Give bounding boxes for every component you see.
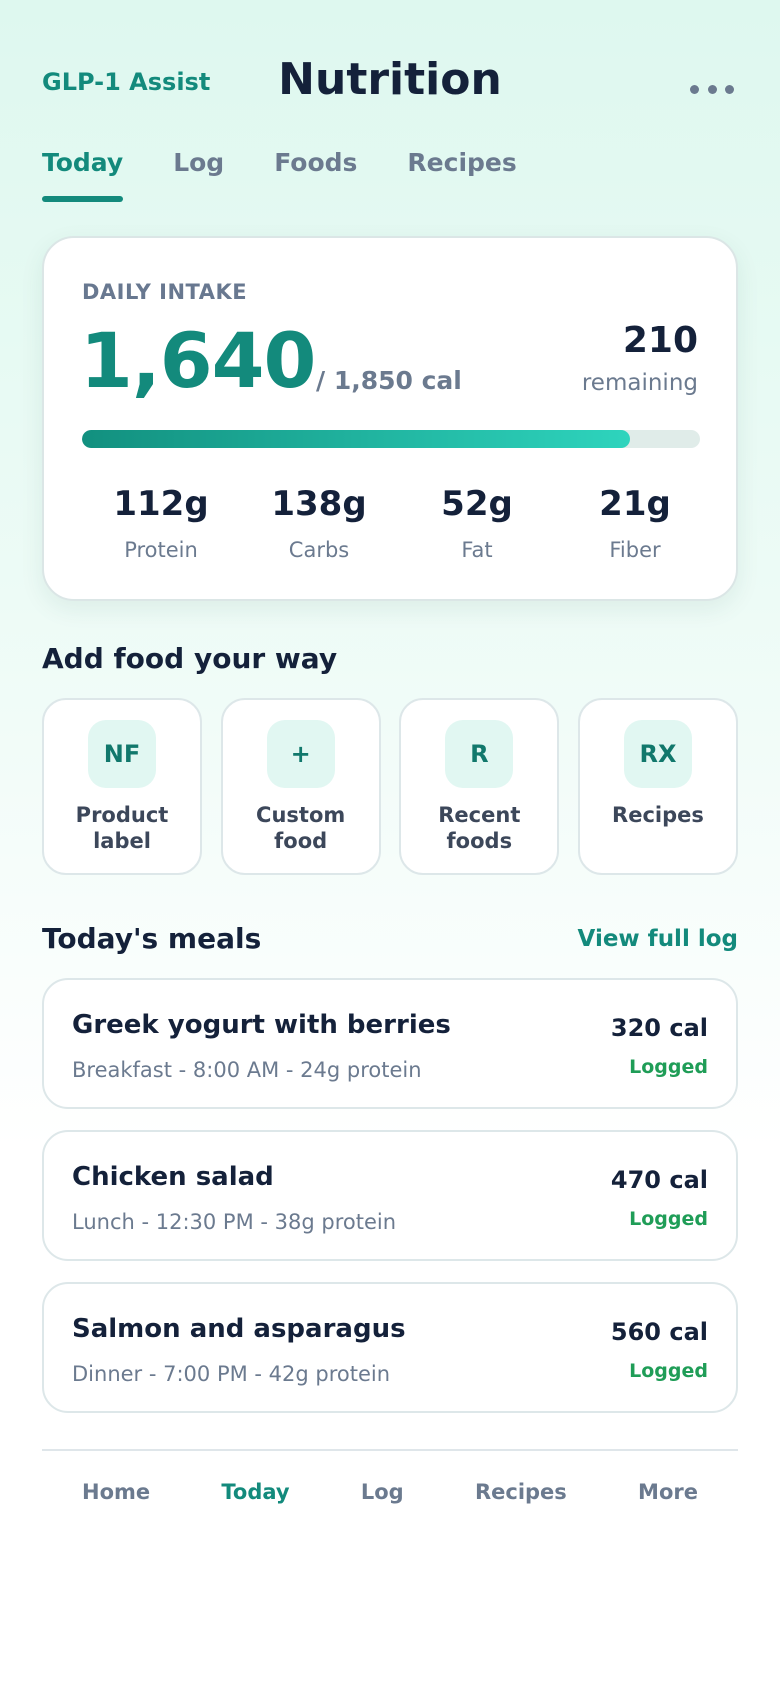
recipe-icon: RX bbox=[623, 720, 692, 788]
plus-icon: + bbox=[266, 720, 335, 788]
nav-today[interactable]: Today bbox=[221, 1480, 289, 1504]
add-food-options: NF Product label + Custom food R Recent … bbox=[42, 698, 738, 875]
meal-status-badge: Logged bbox=[629, 1360, 708, 1382]
calories-consumed: 1,640 bbox=[80, 316, 316, 405]
top-tabs: Today Log Foods Recipes bbox=[42, 148, 567, 202]
meal-name: Greek yogurt with berries bbox=[72, 1010, 451, 1040]
add-option-label: Recipes bbox=[612, 803, 704, 827]
macro-value: 138g bbox=[271, 484, 367, 524]
macro-label: Carbs bbox=[288, 538, 350, 562]
nav-home[interactable]: Home bbox=[82, 1480, 150, 1504]
macro-value: 112g bbox=[113, 484, 209, 524]
calories-remaining-value: 210 bbox=[622, 320, 698, 361]
macro-value: 21g bbox=[599, 484, 671, 524]
more-horizontal-icon[interactable] bbox=[690, 82, 734, 96]
meal-calories: 320 cal bbox=[610, 1014, 708, 1042]
meal-name: Salmon and asparagus bbox=[72, 1314, 406, 1344]
calorie-goal: / 1,850 cal bbox=[316, 366, 462, 395]
tab-log[interactable]: Log bbox=[173, 148, 224, 202]
macro-fat: 52g Fat bbox=[398, 484, 556, 562]
bottom-nav-divider bbox=[42, 1449, 738, 1451]
macro-summary: 112g Protein 138g Carbs 52g Fat 21g Fibe… bbox=[82, 484, 714, 562]
add-recent-foods-button[interactable]: R Recent foods bbox=[399, 698, 560, 875]
recent-icon: R bbox=[445, 720, 514, 788]
daily-intake-label: DAILY INTAKE bbox=[82, 280, 248, 304]
meal-status-badge: Logged bbox=[629, 1208, 708, 1230]
add-custom-food-button[interactable]: + Custom food bbox=[220, 698, 381, 875]
app-header: GLP-1 Assist Nutrition bbox=[0, 0, 780, 170]
view-full-log-link[interactable]: View full log bbox=[578, 926, 738, 952]
calorie-progress-fill bbox=[82, 430, 630, 448]
meal-card[interactable]: Greek yogurt with berries Breakfast - 8:… bbox=[42, 978, 738, 1109]
add-option-label: Product label bbox=[75, 803, 169, 853]
todays-meals-title: Today's meals bbox=[42, 922, 262, 955]
page-title: Nutrition bbox=[278, 54, 502, 105]
macro-label: Fiber bbox=[609, 538, 661, 562]
macro-carbs: 138g Carbs bbox=[240, 484, 398, 562]
macro-protein: 112g Protein bbox=[82, 484, 240, 562]
meal-detail: Lunch - 12:30 PM - 38g protein bbox=[72, 1210, 397, 1234]
tab-today[interactable]: Today bbox=[42, 148, 124, 202]
meal-name: Chicken salad bbox=[72, 1162, 274, 1192]
tab-recipes[interactable]: Recipes bbox=[407, 148, 516, 202]
tab-foods[interactable]: Foods bbox=[274, 148, 357, 202]
daily-intake-card: DAILY INTAKE 1,640 / 1,850 cal 210 remai… bbox=[42, 236, 738, 601]
macro-value: 52g bbox=[441, 484, 513, 524]
nutrition-facts-icon: NF bbox=[88, 720, 156, 788]
nav-recipes[interactable]: Recipes bbox=[475, 1480, 567, 1504]
add-option-label: Custom food bbox=[256, 803, 346, 853]
macro-label: Fat bbox=[461, 538, 493, 562]
meal-calories: 560 cal bbox=[610, 1318, 708, 1346]
meal-card[interactable]: Chicken salad Lunch - 12:30 PM - 38g pro… bbox=[42, 1130, 738, 1261]
nav-more[interactable]: More bbox=[638, 1480, 698, 1504]
meal-detail: Breakfast - 8:00 AM - 24g protein bbox=[72, 1058, 422, 1082]
bottom-navigation: Home Today Log Recipes More bbox=[42, 1480, 738, 1504]
meal-status-badge: Logged bbox=[629, 1056, 708, 1078]
calories-remaining-label: remaining bbox=[581, 370, 698, 396]
meal-card[interactable]: Salmon and asparagus Dinner - 7:00 PM - … bbox=[42, 1282, 738, 1413]
macro-fiber: 21g Fiber bbox=[556, 484, 714, 562]
meal-calories: 470 cal bbox=[610, 1166, 708, 1194]
calorie-progress-bar bbox=[82, 430, 700, 448]
add-product-label-button[interactable]: NF Product label bbox=[42, 698, 202, 875]
macro-label: Protein bbox=[124, 538, 198, 562]
add-recipes-button[interactable]: RX Recipes bbox=[577, 698, 738, 875]
meal-detail: Dinner - 7:00 PM - 42g protein bbox=[72, 1362, 391, 1386]
nav-log[interactable]: Log bbox=[361, 1480, 404, 1504]
add-food-section-title: Add food your way bbox=[42, 642, 338, 675]
add-option-label: Recent foods bbox=[438, 803, 521, 853]
